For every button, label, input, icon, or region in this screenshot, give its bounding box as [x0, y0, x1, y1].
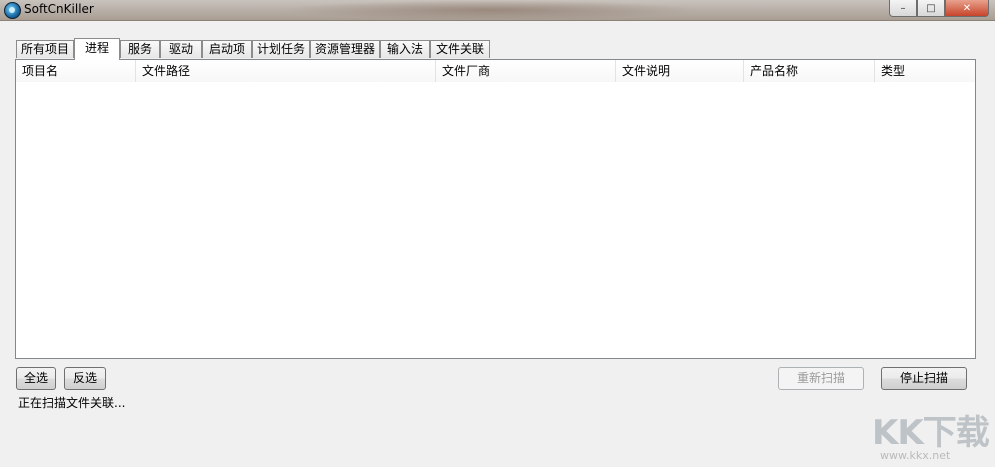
- app-icon: [4, 2, 21, 19]
- invert-selection-button[interactable]: 反选: [64, 367, 106, 390]
- maximize-button[interactable]: □: [917, 0, 945, 17]
- close-button[interactable]: ✕: [945, 0, 989, 17]
- window-controls: – □ ✕: [889, 0, 989, 17]
- minimize-button[interactable]: –: [889, 0, 917, 17]
- tab-scheduled-tasks[interactable]: 计划任务: [252, 40, 310, 58]
- tab-input-method[interactable]: 输入法: [380, 40, 430, 58]
- column-header-file-description[interactable]: 文件说明: [616, 60, 744, 82]
- column-header-item-name[interactable]: 项目名: [16, 60, 136, 82]
- watermark-main-text: KK下载: [872, 413, 990, 453]
- column-header-file-vendor[interactable]: 文件厂商: [436, 60, 616, 82]
- tab-processes[interactable]: 进程: [74, 38, 120, 60]
- tab-services[interactable]: 服务: [120, 40, 160, 58]
- tab-file-association[interactable]: 文件关联: [430, 40, 490, 58]
- window-title: SoftCnKiller: [24, 2, 94, 16]
- tab-all-items[interactable]: 所有项目: [16, 40, 74, 58]
- stop-scan-button[interactable]: 停止扫描: [881, 367, 967, 390]
- tab-explorer[interactable]: 资源管理器: [310, 40, 380, 58]
- column-header-type[interactable]: 类型: [875, 60, 975, 82]
- status-text: 正在扫描文件关联...: [18, 396, 126, 410]
- watermark-url-text: www.kkx.net: [880, 449, 951, 462]
- column-header-product-name[interactable]: 产品名称: [744, 60, 875, 82]
- title-bar[interactable]: SoftCnKiller – □ ✕: [0, 0, 995, 21]
- results-list[interactable]: 项目名 文件路径 文件厂商 文件说明 产品名称 类型: [15, 59, 976, 359]
- select-all-button[interactable]: 全选: [16, 367, 56, 390]
- main-window: SoftCnKiller – □ ✕ 所有项目 进程 服务 驱动 启动项 计划任…: [0, 0, 995, 467]
- rescan-button[interactable]: 重新扫描: [778, 367, 864, 390]
- tab-drivers[interactable]: 驱动: [160, 40, 202, 58]
- watermark-logo: KK下载 www.kkx.net: [872, 405, 992, 463]
- tab-startup[interactable]: 启动项: [202, 40, 252, 58]
- list-header: 项目名 文件路径 文件厂商 文件说明 产品名称 类型: [16, 60, 975, 82]
- column-header-file-path[interactable]: 文件路径: [136, 60, 436, 82]
